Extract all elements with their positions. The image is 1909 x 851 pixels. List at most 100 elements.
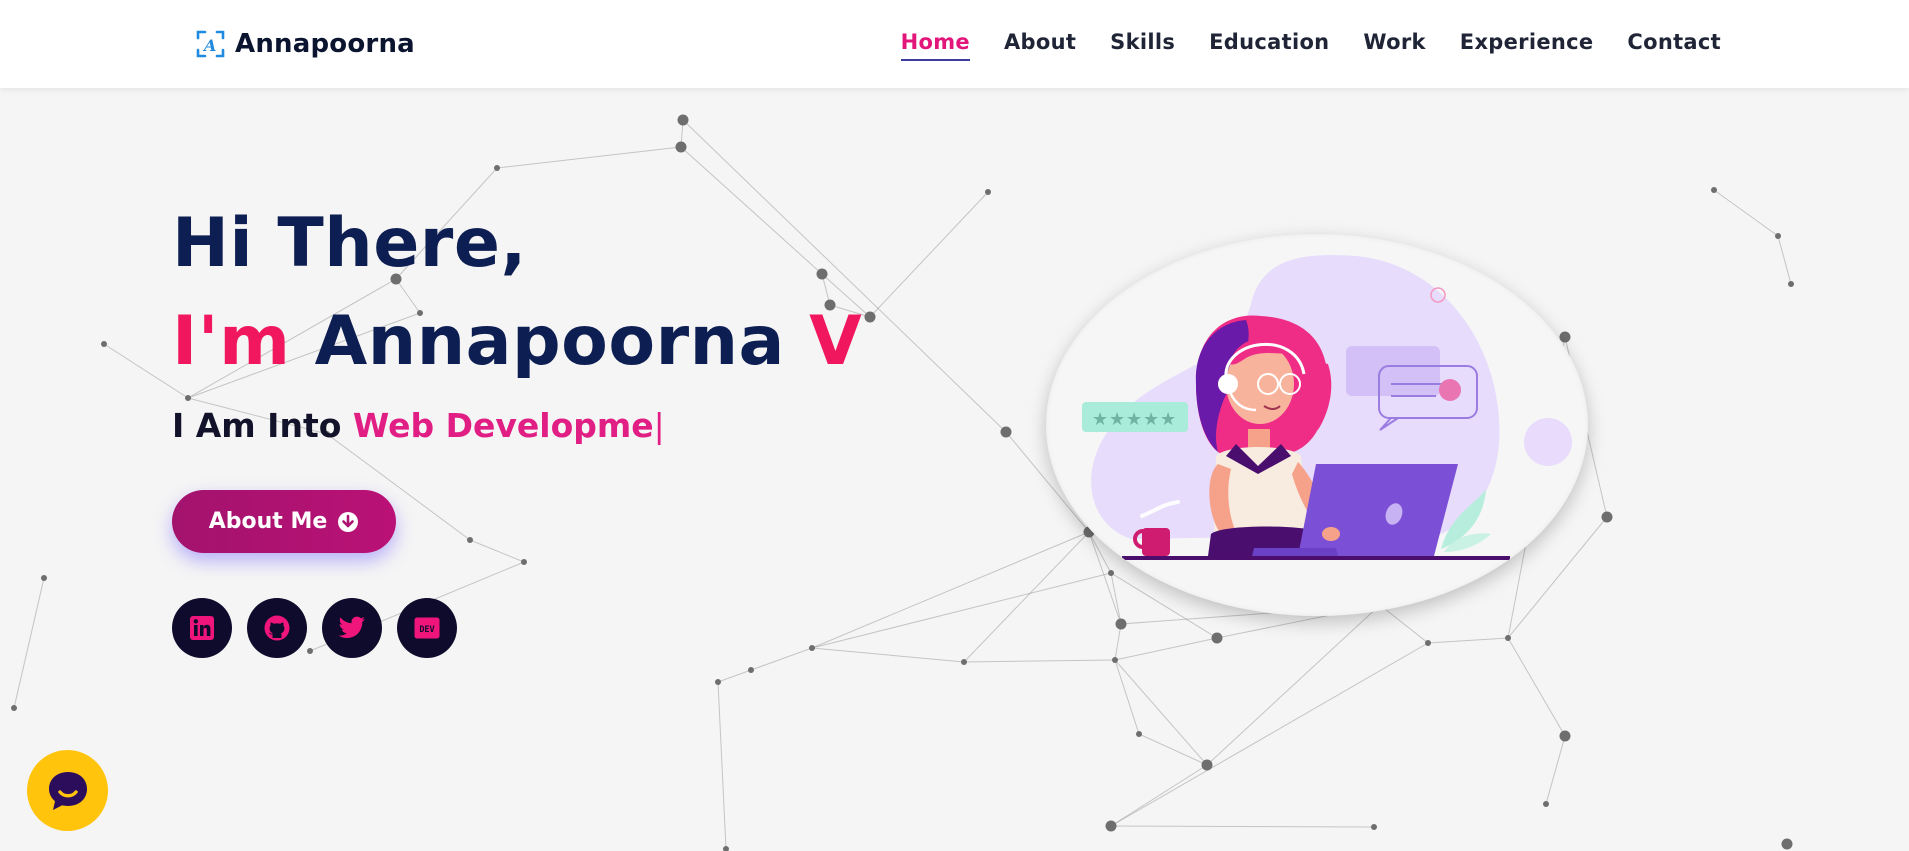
network-link	[1114, 659, 1208, 766]
network-link	[811, 647, 965, 663]
linkedin-link[interactable]	[172, 598, 232, 658]
network-link	[811, 531, 1090, 649]
network-link	[1545, 735, 1566, 805]
svg-text:A: A	[202, 36, 216, 55]
network-link	[1206, 604, 1381, 766]
network-node	[677, 114, 689, 126]
hero-greeting: Hi There,	[172, 204, 527, 283]
network-link	[1114, 659, 1140, 735]
network-link	[811, 572, 1112, 649]
typing-line: I Am Into Web Developme|	[172, 404, 862, 448]
network-node	[1115, 618, 1127, 630]
network-link	[717, 669, 752, 683]
svg-text:DEV: DEV	[419, 625, 434, 635]
about-me-button[interactable]: About Me	[172, 490, 396, 553]
network-node	[11, 705, 17, 711]
network-node	[675, 141, 687, 153]
network-node	[985, 189, 991, 195]
network-node	[1543, 801, 1549, 807]
network-link	[1138, 733, 1208, 766]
typed-text: Web Developme	[352, 406, 654, 445]
network-node	[1000, 426, 1012, 438]
network-node	[41, 575, 47, 581]
svg-text:★: ★	[1092, 409, 1108, 430]
network-node	[521, 559, 527, 565]
network-node	[1108, 570, 1114, 576]
brand-logo[interactable]: A Annapoorna	[195, 24, 415, 64]
network-node	[1425, 640, 1431, 646]
network-node	[1711, 187, 1717, 193]
network-node	[1371, 824, 1377, 830]
network-node	[809, 645, 815, 651]
typing-prefix: I Am Into	[172, 406, 342, 445]
network-link	[1507, 637, 1566, 737]
network-link	[1110, 825, 1375, 828]
network-link	[963, 531, 1090, 663]
brand-name: Annapoorna	[235, 29, 415, 59]
network-node	[101, 341, 107, 347]
network-link	[496, 146, 682, 169]
svg-text:★: ★	[1160, 409, 1176, 430]
network-link	[963, 659, 1116, 663]
network-node	[1136, 731, 1142, 737]
network-link	[13, 577, 45, 709]
nav-experience[interactable]: Experience	[1460, 24, 1594, 61]
network-node	[715, 679, 721, 685]
network-node	[723, 846, 729, 851]
network-node	[1559, 730, 1571, 742]
network-node	[864, 311, 876, 323]
typing-cursor: |	[653, 406, 665, 445]
intro-prefix: I'm	[172, 302, 291, 381]
network-link	[717, 681, 727, 850]
network-link	[1110, 764, 1208, 827]
svg-text:★: ★	[1143, 409, 1159, 430]
ai-logo-icon: A	[196, 30, 225, 58]
hero-section: Hi There, I'm Annapoorna V I Am Into Web…	[172, 200, 862, 658]
about-me-label: About Me	[208, 509, 328, 534]
social-links: DEV	[172, 598, 457, 658]
main-nav: Home About Skills Education Work Experie…	[900, 24, 1721, 61]
hero-initial: V	[809, 302, 863, 381]
network-link	[1713, 189, 1779, 237]
arrow-down-circle-icon	[338, 511, 359, 532]
github-icon	[264, 615, 290, 641]
nav-about[interactable]: About	[1004, 24, 1076, 61]
network-node	[494, 165, 500, 171]
network-link	[1379, 604, 1429, 644]
network-node	[1211, 632, 1223, 644]
network-node	[1201, 759, 1213, 771]
network-node	[1505, 635, 1511, 641]
navbar: A Annapoorna Home About Skills Education…	[0, 0, 1909, 88]
network-node	[961, 659, 967, 665]
linkedin-icon	[190, 616, 214, 640]
dev-link[interactable]: DEV	[397, 598, 457, 658]
network-link	[469, 539, 525, 563]
nav-contact[interactable]: Contact	[1627, 24, 1721, 61]
nav-home[interactable]: Home	[900, 24, 970, 61]
network-node	[467, 537, 473, 543]
github-link[interactable]	[247, 598, 307, 658]
nav-skills[interactable]: Skills	[1110, 24, 1175, 61]
network-node	[1105, 820, 1117, 832]
twitter-icon	[338, 616, 365, 638]
network-node	[1601, 511, 1613, 523]
hero-name: Annapoorna	[314, 302, 785, 381]
dev-icon: DEV	[414, 617, 440, 639]
network-link	[1110, 642, 1429, 827]
svg-text:★: ★	[1109, 409, 1125, 430]
nav-education[interactable]: Education	[1209, 24, 1329, 61]
network-node	[1112, 657, 1118, 663]
chat-bubble-icon	[48, 771, 87, 810]
nav-work[interactable]: Work	[1363, 24, 1425, 61]
network-node	[748, 667, 754, 673]
network-node	[1775, 233, 1781, 239]
network-link	[1114, 637, 1218, 661]
woman-working-on-laptop-illustration: ★ ★ ★ ★ ★	[1082, 255, 1572, 560]
network-link	[1777, 235, 1792, 285]
twitter-link[interactable]	[322, 598, 382, 658]
hero-illustration: ★ ★ ★ ★ ★	[1046, 234, 1588, 616]
network-link	[869, 191, 989, 318]
chat-launcher-button[interactable]	[27, 750, 108, 831]
network-node	[1559, 331, 1571, 343]
hero-name-line: I'm Annapoorna V	[172, 298, 862, 386]
